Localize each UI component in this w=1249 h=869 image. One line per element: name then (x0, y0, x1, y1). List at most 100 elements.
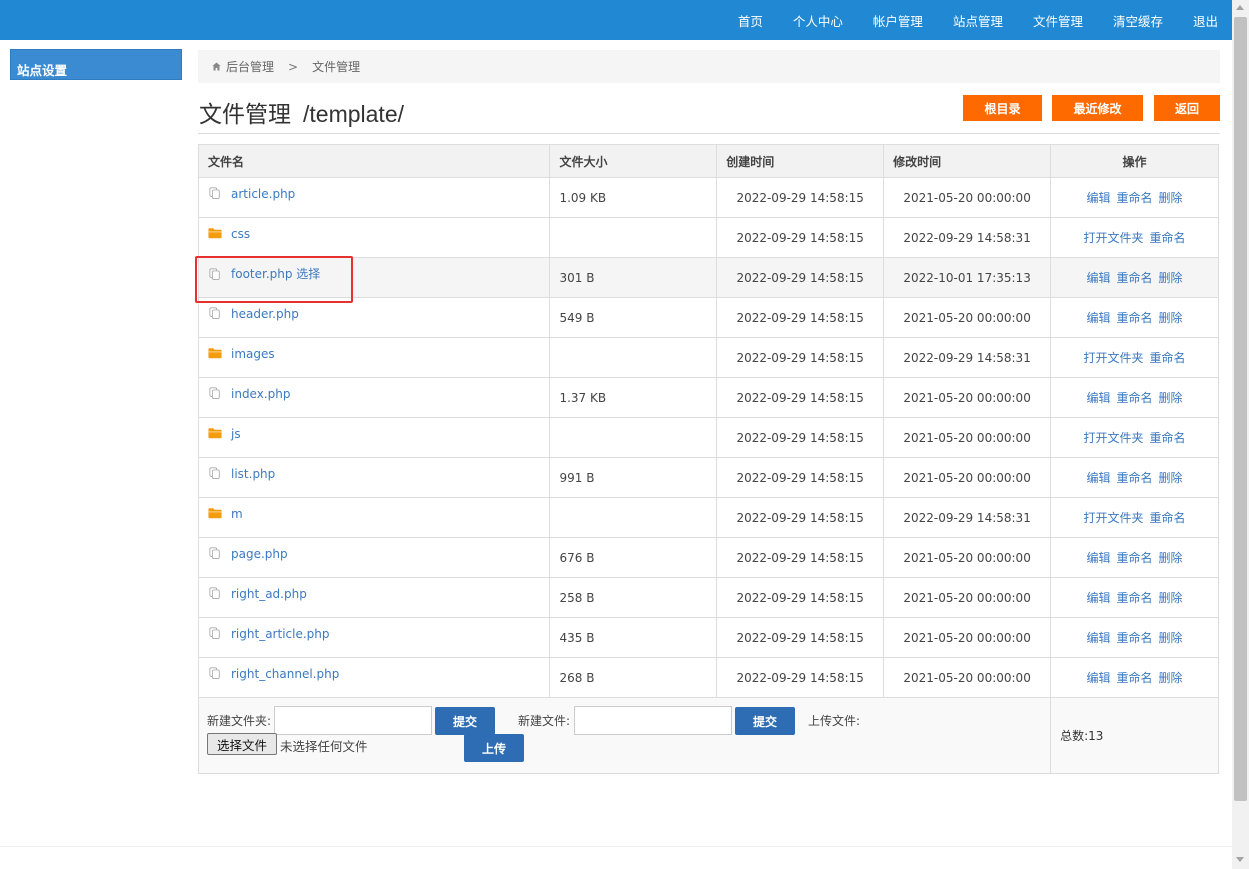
row-action-link[interactable]: 重命名 (1117, 311, 1153, 325)
row-action-link[interactable]: 删除 (1159, 191, 1183, 205)
file-name-link[interactable]: images (231, 347, 275, 361)
row-action-link[interactable]: 重命名 (1117, 631, 1153, 645)
table-row[interactable]: list.php 991 B 2022-09-29 14:58:15 2021-05-… (197, 457, 1219, 498)
file-name-cell[interactable]: m (197, 497, 551, 538)
row-action-link[interactable]: 删除 (1159, 471, 1183, 485)
sidebar-item-site-settings[interactable]: 站点设置 (10, 49, 182, 80)
file-name-cell[interactable]: images (197, 337, 551, 378)
row-action-link[interactable]: 重命名 (1117, 271, 1153, 285)
row-action-link[interactable]: 重命名 (1117, 671, 1153, 685)
vertical-scrollbar[interactable] (1232, 0, 1249, 869)
row-action-link[interactable]: 重命名 (1150, 231, 1186, 245)
row-action-link[interactable]: 编辑 (1087, 631, 1111, 645)
file-name-cell[interactable]: article.php (197, 177, 551, 218)
row-action-link[interactable]: 重命名 (1117, 471, 1153, 485)
table-row[interactable]: article.php 1.09 KB 2022-09-29 14:58:15 202… (197, 177, 1219, 218)
row-action-link[interactable]: 编辑 (1087, 391, 1111, 405)
file-name-cell[interactable]: header.php (197, 297, 551, 338)
file-name-cell[interactable]: right_ad.php (197, 577, 551, 618)
nav-item-sites[interactable]: 站点管理 (953, 11, 1003, 30)
row-action-link[interactable]: 删除 (1159, 391, 1183, 405)
table-row[interactable]: right_ad.php 258 B 2022-09-29 14:58:15 2021… (197, 577, 1219, 618)
file-name-cell[interactable]: list.php (197, 457, 551, 498)
file-name-link[interactable]: right_article.php (231, 627, 330, 641)
file-name-cell[interactable]: css (197, 217, 551, 258)
file-name-link[interactable]: right_ad.php (231, 587, 307, 601)
col-header-created[interactable]: 创建时间 (716, 144, 885, 178)
nav-item-profile[interactable]: 个人中心 (793, 11, 843, 30)
back-button[interactable]: 返回 (1154, 95, 1220, 121)
scroll-up-icon[interactable] (1236, 5, 1244, 10)
row-action-link[interactable]: 重命名 (1117, 391, 1153, 405)
file-name-link[interactable]: footer.php 选择 (231, 267, 320, 281)
table-row[interactable]: header.php 549 B 2022-09-29 14:58:15 2021-0… (197, 297, 1219, 338)
row-action-link[interactable]: 删除 (1159, 271, 1183, 285)
nav-item-home[interactable]: 首页 (738, 11, 763, 30)
row-action-link[interactable]: 删除 (1159, 311, 1183, 325)
row-action-link[interactable]: 编辑 (1087, 191, 1111, 205)
new-file-input[interactable] (574, 706, 732, 735)
file-name-link[interactable]: js (231, 427, 241, 441)
recent-modified-button[interactable]: 最近修改 (1052, 95, 1143, 121)
row-action-link[interactable]: 编辑 (1087, 471, 1111, 485)
new-file-submit-button[interactable]: 提交 (735, 707, 795, 735)
row-action-link[interactable]: 删除 (1159, 551, 1183, 565)
choose-file-button[interactable]: 选择文件 (207, 733, 277, 755)
file-name-cell[interactable]: right_channel.php (197, 657, 551, 698)
file-name-link[interactable]: header.php (231, 307, 299, 321)
row-action-link[interactable]: 打开文件夹 (1084, 511, 1144, 525)
file-name-cell[interactable]: right_article.php (197, 617, 551, 658)
nav-item-files[interactable]: 文件管理 (1033, 11, 1083, 30)
row-action-link[interactable]: 重命名 (1117, 591, 1153, 605)
table-row[interactable]: m 2022-09-29 14:58:15 2022-09-29 14:58:31 打… (197, 497, 1219, 538)
table-row[interactable]: index.php 1.37 KB 2022-09-29 14:58:15 2021-… (197, 377, 1219, 418)
row-action-link[interactable]: 删除 (1159, 671, 1183, 685)
row-action-link[interactable]: 重命名 (1150, 431, 1186, 445)
table-row[interactable]: right_article.php 435 B 2022-09-29 14:58:1… (197, 617, 1219, 658)
row-action-link[interactable]: 重命名 (1150, 351, 1186, 365)
file-name-link[interactable]: article.php (231, 187, 295, 201)
file-name-link[interactable]: list.php (231, 467, 275, 481)
file-name-cell[interactable]: page.php (197, 537, 551, 578)
nav-item-logout[interactable]: 退出 (1193, 11, 1218, 30)
upload-button[interactable]: 上传 (464, 734, 524, 762)
scroll-down-icon[interactable] (1236, 857, 1244, 862)
root-dir-button[interactable]: 根目录 (963, 95, 1042, 121)
table-row[interactable]: page.php 676 B 2022-09-29 14:58:15 2021-05-… (197, 537, 1219, 578)
file-name-cell[interactable]: index.php (197, 377, 551, 418)
table-row[interactable]: css 2022-09-29 14:58:15 2022-09-29 14:58:3… (197, 217, 1219, 258)
file-name-link[interactable]: css (231, 227, 250, 241)
row-action-link[interactable]: 重命名 (1150, 511, 1186, 525)
col-header-size[interactable]: 文件大小 (549, 144, 718, 178)
row-action-link[interactable]: 打开文件夹 (1084, 351, 1144, 365)
file-name-link[interactable]: m (231, 507, 243, 521)
row-action-link[interactable]: 重命名 (1117, 191, 1153, 205)
row-action-link[interactable]: 重命名 (1117, 551, 1153, 565)
file-name-link[interactable]: index.php (231, 387, 290, 401)
row-action-link[interactable]: 编辑 (1087, 551, 1111, 565)
file-name-cell[interactable]: js (197, 417, 551, 458)
new-folder-submit-button[interactable]: 提交 (435, 707, 495, 735)
row-action-link[interactable]: 编辑 (1087, 311, 1111, 325)
row-action-link[interactable]: 编辑 (1087, 591, 1111, 605)
col-header-name[interactable]: 文件名 (197, 144, 551, 178)
scrollbar-thumb[interactable] (1234, 17, 1247, 801)
file-name-cell[interactable]: footer.php 选择 (197, 257, 551, 298)
file-name-link[interactable]: right_channel.php (231, 667, 339, 681)
nav-item-accounts[interactable]: 帐户管理 (873, 11, 923, 30)
col-header-modified[interactable]: 修改时间 (883, 144, 1052, 178)
table-row[interactable]: js 2022-09-29 14:58:15 2021-05-20 00:00:00… (197, 417, 1219, 458)
row-action-link[interactable]: 删除 (1159, 631, 1183, 645)
table-row[interactable]: footer.php 选择 301 B 2022-09-29 14:58:15 202… (197, 257, 1219, 298)
row-action-link[interactable]: 编辑 (1087, 271, 1111, 285)
row-action-link[interactable]: 打开文件夹 (1084, 231, 1144, 245)
row-action-link[interactable]: 打开文件夹 (1084, 431, 1144, 445)
breadcrumb-root[interactable]: 后台管理 (226, 58, 274, 75)
nav-item-clear-cache[interactable]: 清空缓存 (1113, 11, 1163, 30)
table-row[interactable]: images 2022-09-29 14:58:15 2022-09-29 14:5… (197, 337, 1219, 378)
row-action-link[interactable]: 编辑 (1087, 671, 1111, 685)
table-row[interactable]: right_channel.php 268 B 2022-09-29 14:58:1… (197, 657, 1219, 698)
new-folder-input[interactable] (274, 706, 432, 735)
row-action-link[interactable]: 删除 (1159, 591, 1183, 605)
file-name-link[interactable]: page.php (231, 547, 288, 561)
